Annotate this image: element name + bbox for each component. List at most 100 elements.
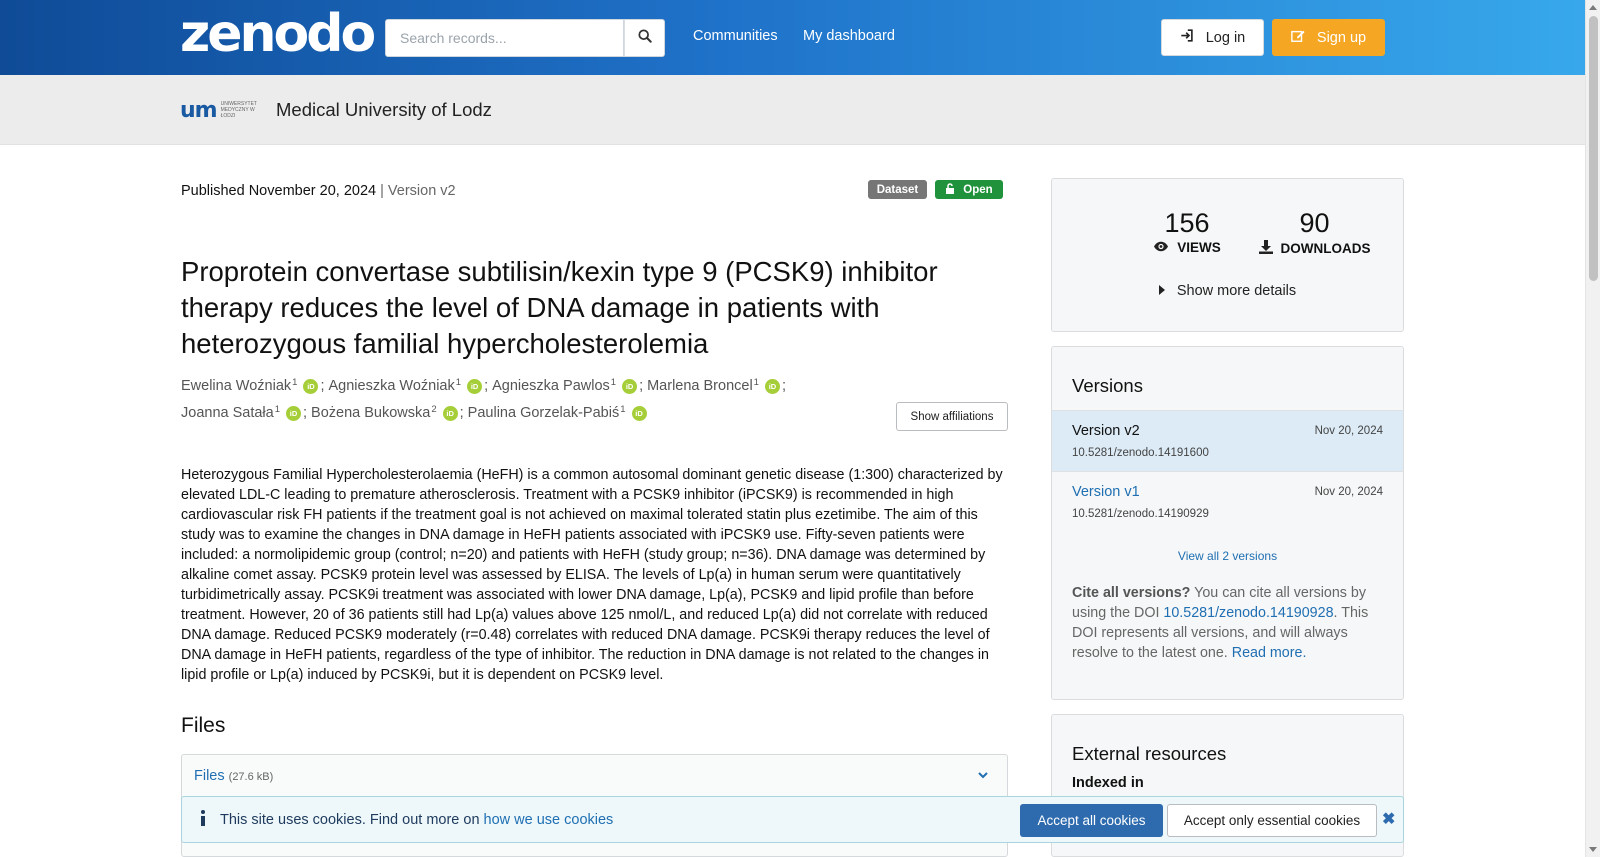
community-bar: um UNIWERSYTET MEDYCZNY W ŁODZI Medical …	[0, 75, 1600, 145]
show-more-details[interactable]: Show more details	[1052, 283, 1403, 299]
cookie-text: This site uses cookies. Find out more on	[220, 812, 484, 828]
author-item: Ewelina Woźniak 1 iD;	[181, 373, 324, 400]
community-name[interactable]: Medical University of Lodz	[276, 99, 492, 121]
versions-card: Versions Version v2 Nov 20, 2024 10.5281…	[1051, 346, 1404, 700]
search-input[interactable]	[385, 19, 625, 57]
author-separator: ;	[320, 378, 325, 394]
version-item-doi: 10.5281/zenodo.14191600	[1072, 447, 1209, 459]
affiliation-number: 1	[292, 377, 298, 388]
author-item: Paulina Gorzelak-Pabiś 1 iD	[468, 400, 647, 427]
downloads-stat: 90 DOWNLOADS	[1242, 208, 1387, 257]
downloads-label: DOWNLOADS	[1280, 241, 1371, 256]
version-label: Version v2	[387, 183, 456, 199]
external-resources-heading: External resources	[1072, 743, 1227, 764]
scroll-up-arrow[interactable]	[1589, 5, 1597, 10]
access-badge: Open	[935, 180, 1003, 199]
read-more-link[interactable]: Read more.	[1232, 645, 1307, 661]
cite-question: Cite all versions?	[1072, 585, 1191, 601]
author-list: Ewelina Woźniak 1 iD; Agnieszka Woźniak 1 iD;…	[181, 373, 901, 427]
indexed-in-label: Indexed in	[1072, 775, 1144, 791]
accept-essential-cookies-button[interactable]: Accept only essential cookies	[1167, 804, 1377, 837]
orcid-icon[interactable]: iD	[764, 379, 780, 394]
author-name[interactable]: Marlena Broncel	[647, 373, 753, 400]
signup-button[interactable]: Sign up	[1272, 19, 1385, 56]
community-logo[interactable]: um UNIWERSYTET MEDYCZNY W ŁODZI	[180, 97, 260, 123]
orcid-icon[interactable]: iD	[467, 379, 483, 394]
search-bar	[385, 19, 665, 57]
files-size: (27.6 kB)	[228, 771, 274, 783]
stats-card: 156 VIEWS 90 DOWNLOADS Show more details	[1051, 178, 1404, 332]
files-accordion-title[interactable]: Files (27.6 kB)	[194, 768, 273, 784]
author-item: Bożena Bukowska 2 iD;	[311, 400, 464, 427]
views-label: VIEWS	[1177, 240, 1221, 255]
version-item-date: Nov 20, 2024	[1314, 425, 1383, 437]
close-icon[interactable]: ✖	[1382, 809, 1395, 829]
versions-heading: Versions	[1072, 375, 1143, 396]
files-label: Files	[194, 768, 225, 784]
cookie-policy-link[interactable]: how we use cookies	[484, 812, 614, 828]
access-label: Open	[963, 183, 993, 196]
sign-in-icon	[1180, 29, 1194, 46]
version-item-doi: 10.5281/zenodo.14190929	[1072, 508, 1209, 520]
resource-type-label: Dataset	[876, 183, 919, 196]
author-separator: ;	[639, 378, 644, 394]
orcid-icon[interactable]: iD	[442, 406, 458, 421]
affiliation-number: 2	[431, 404, 437, 415]
version-item-label[interactable]: Version v1	[1072, 484, 1140, 500]
version-item-v1[interactable]: Version v1 Nov 20, 2024 10.5281/zenodo.1…	[1052, 471, 1403, 532]
record-title: Proprotein convertase subtilisin/kexin t…	[181, 256, 938, 359]
version-item-date: Nov 20, 2024	[1314, 486, 1383, 498]
scrollbar-thumb[interactable]	[1589, 16, 1598, 281]
version-separator: |	[376, 183, 388, 199]
affiliation-number: 1	[620, 404, 626, 415]
author-separator: ;	[459, 405, 464, 421]
nav-my-dashboard[interactable]: My dashboard	[803, 28, 895, 44]
cookie-banner: This site uses cookies. Find out more on…	[181, 796, 1404, 843]
views-stat: 156 VIEWS	[1112, 208, 1262, 255]
page-scrollbar[interactable]	[1585, 0, 1600, 857]
version-item-v2[interactable]: Version v2 Nov 20, 2024 10.5281/zenodo.1…	[1052, 410, 1403, 471]
scroll-down-arrow[interactable]	[1589, 847, 1597, 852]
login-button[interactable]: Log in	[1161, 19, 1264, 56]
affiliation-number: 1	[455, 377, 462, 388]
views-count: 156	[1164, 208, 1210, 238]
cite-all-versions: Cite all versions? You can cite all vers…	[1072, 583, 1387, 663]
community-logo-mark: um	[180, 97, 218, 123]
author-name[interactable]: Paulina Gorzelak-Pabiś	[468, 400, 620, 427]
orcid-icon[interactable]: iD	[631, 406, 647, 421]
concept-doi-link[interactable]: 10.5281/zenodo.14190928	[1163, 605, 1333, 621]
download-icon	[1258, 240, 1273, 257]
community-logo-subtext: UNIWERSYTET MEDYCZNY W ŁODZI	[220, 101, 257, 119]
version-item-label: Version v2	[1072, 423, 1140, 439]
signup-label: Sign up	[1316, 29, 1367, 46]
author-item: Marlena Broncel 1 iD;	[647, 373, 786, 400]
downloads-count: 90	[1299, 208, 1330, 238]
author-item: Agnieszka Woźniak 1 iD;	[328, 373, 488, 400]
show-more-label: Show more details	[1176, 283, 1297, 299]
publication-info: Published November 20, 2024 | Version v2	[181, 183, 456, 199]
unlock-icon	[945, 182, 955, 197]
top-header: zenodo Communities My dashboard Log in S…	[0, 0, 1600, 75]
published-date: Published November 20, 2024	[181, 183, 377, 199]
search-button[interactable]	[624, 19, 665, 57]
accept-all-cookies-button[interactable]: Accept all cookies	[1020, 804, 1163, 837]
author-separator: ;	[781, 378, 786, 394]
cookie-message: This site uses cookies. Find out more on…	[220, 812, 613, 828]
orcid-icon[interactable]: iD	[303, 379, 319, 394]
eye-icon	[1153, 240, 1169, 255]
abstract: Heterozygous Familial Hypercholesterolae…	[181, 467, 1003, 683]
orcid-icon[interactable]: iD	[286, 406, 302, 421]
affiliation-number: 1	[753, 377, 759, 388]
caret-right-icon	[1158, 283, 1165, 299]
info-icon	[200, 810, 206, 831]
author-name[interactable]: Joanna Satała	[181, 400, 274, 427]
show-affiliations-button[interactable]: Show affiliations	[896, 402, 1008, 431]
author-name[interactable]: Agnieszka Pawlos	[492, 373, 610, 400]
author-name[interactable]: Bożena Bukowska	[311, 400, 430, 427]
orcid-icon[interactable]: iD	[622, 379, 638, 394]
author-separator: ;	[303, 405, 308, 421]
zenodo-logo[interactable]: zenodo	[180, 6, 376, 62]
chevron-down-icon[interactable]	[977, 767, 989, 785]
nav-communities[interactable]: Communities	[693, 28, 778, 44]
view-all-versions-link[interactable]: View all 2 versions	[1052, 549, 1403, 563]
